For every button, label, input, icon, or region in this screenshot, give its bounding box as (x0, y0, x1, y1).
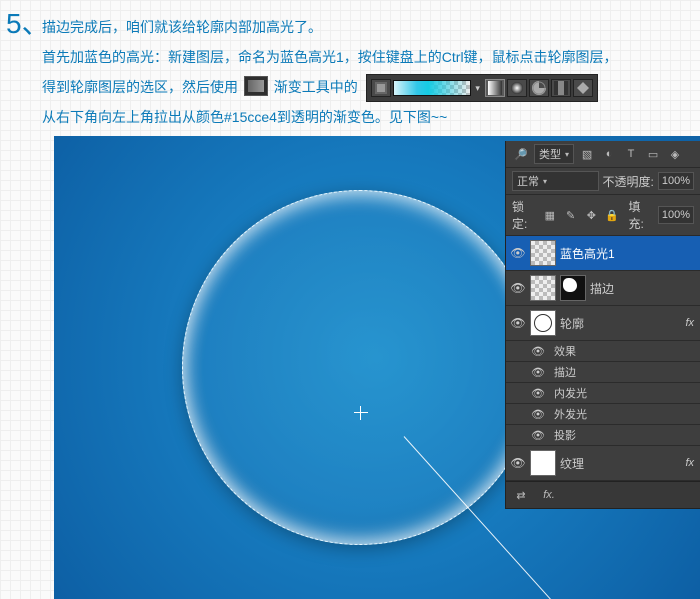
layer-stroke[interactable]: 👁 描边 (506, 271, 700, 306)
gradient-preview[interactable] (393, 80, 471, 96)
text-line-3b: 渐变工具中的 (274, 79, 358, 95)
effect-label: 描边 (554, 364, 576, 380)
gradient-linear-button[interactable] (485, 79, 505, 97)
blend-opacity-row: 正常 ▾ 不透明度: 100% (506, 168, 700, 195)
opacity-label: 不透明度: (603, 173, 654, 190)
gradient-swatch-button[interactable] (371, 79, 391, 97)
lock-transparent-icon[interactable]: ▦ (541, 207, 558, 223)
fill-input[interactable]: 100% (658, 206, 694, 224)
text-line-2: 首先加蓝色的高光：新建图层，命名为蓝色高光1，按住键盘上的Ctrl键，鼠标点击轮… (42, 42, 692, 72)
layer-blue-highlight[interactable]: 👁 蓝色高光1 (506, 236, 700, 271)
instructions: 描边完成后，咱们就该给轮廓内部加高光了。 首先加蓝色的高光：新建图层，命名为蓝色… (42, 12, 692, 132)
chevron-down-icon: ▾ (543, 177, 547, 186)
layer-filter-bar: 🔎 类型 ▾ ▧ ◐ T ▭ ◈ (506, 141, 700, 168)
blend-mode-value: 正常 (517, 173, 539, 189)
layer-thumbnail[interactable] (530, 450, 556, 476)
gradient-radial-button[interactable] (507, 79, 527, 97)
lock-all-icon[interactable]: 🔒 (604, 207, 621, 223)
layer-effects-group: 👁 效果 👁 描边 👁 内发光 👁 外发光 👁 投影 (506, 341, 700, 446)
step-number-value: 5 (6, 8, 22, 39)
effects-label: 效果 (554, 343, 576, 359)
gradient-reflected-button[interactable] (551, 79, 571, 97)
filter-search-icon[interactable]: 🔎 (512, 146, 530, 162)
layers-list: 👁 蓝色高光1 👁 描边 👁 轮廓 fx 👁 效果 (506, 236, 700, 481)
gradient-diamond-button[interactable] (573, 79, 593, 97)
filter-shape-icon[interactable]: ▭ (644, 146, 662, 162)
layers-panel: 🔎 类型 ▾ ▧ ◐ T ▭ ◈ 正常 ▾ 不透明度: 100% 锁定: ▦ (505, 141, 700, 509)
layer-fx-badge: fx (685, 317, 696, 329)
gradient-angle-button[interactable] (529, 79, 549, 97)
layer-name: 蓝色高光1 (560, 245, 696, 262)
layer-thumbnail[interactable] (530, 275, 556, 301)
effect-label: 投影 (554, 427, 576, 443)
text-line-3a: 得到轮廓图层的选区，然后使用 (42, 79, 238, 95)
opacity-input[interactable]: 100% (658, 172, 694, 190)
text-line-4: 从右下角向左上角拉出从颜色#15cce4到透明的渐变色。见下图~~ (42, 102, 692, 132)
panel-footer: ⇄ fx. (506, 481, 700, 508)
visibility-toggle[interactable]: 👁 (530, 429, 546, 442)
filter-type-label: 类型 (539, 146, 561, 162)
fill-label: 填充: (628, 198, 653, 232)
gradient-options-toolbar: ▾ (366, 74, 598, 102)
page: 5、 描边完成后，咱们就该给轮廓内部加高光了。 首先加蓝色的高光：新建图层，命名… (0, 0, 700, 599)
visibility-toggle[interactable]: 👁 (530, 387, 546, 400)
layer-fx-badge: fx (685, 457, 696, 469)
visibility-toggle[interactable]: 👁 (510, 316, 526, 330)
layer-mask-thumbnail[interactable] (560, 275, 586, 301)
visibility-toggle[interactable]: 👁 (510, 281, 526, 295)
filter-pixel-icon[interactable]: ▧ (578, 146, 596, 162)
layer-thumbnail[interactable] (530, 240, 556, 266)
effect-label: 内发光 (554, 385, 587, 401)
gradient-preset-dropdown-arrow[interactable]: ▾ (473, 80, 483, 96)
effect-outer-glow[interactable]: 👁 外发光 (506, 404, 700, 425)
visibility-toggle[interactable]: 👁 (530, 345, 546, 358)
lock-fill-row: 锁定: ▦ ✎ ✥ 🔒 填充: 100% (506, 195, 700, 236)
link-layers-icon[interactable]: ⇄ (512, 487, 530, 503)
filter-type-text-icon[interactable]: T (622, 146, 640, 162)
effect-stroke[interactable]: 👁 描边 (506, 362, 700, 383)
marching-ants-selection (182, 190, 537, 545)
chevron-down-icon: ▾ (565, 150, 569, 159)
lock-label: 锁定: (512, 198, 537, 232)
layer-name: 描边 (590, 280, 696, 297)
visibility-toggle[interactable]: 👁 (510, 246, 526, 260)
filter-adjust-icon[interactable]: ◐ (600, 146, 618, 162)
lock-move-icon[interactable]: ✥ (583, 207, 600, 223)
gradient-tool-icon (244, 76, 268, 96)
text-line-1: 描边完成后，咱们就该给轮廓内部加高光了。 (42, 12, 692, 42)
effect-inner-glow[interactable]: 👁 内发光 (506, 383, 700, 404)
gradient-start-cursor (354, 406, 368, 420)
layer-name: 纹理 (560, 455, 681, 472)
effect-drop-shadow[interactable]: 👁 投影 (506, 425, 700, 446)
layer-fx-icon[interactable]: fx. (540, 487, 558, 503)
layer-contour[interactable]: 👁 轮廓 fx (506, 306, 700, 341)
blend-mode-dropdown[interactable]: 正常 ▾ (512, 171, 599, 191)
effect-label: 外发光 (554, 406, 587, 422)
lock-paint-icon[interactable]: ✎ (562, 207, 579, 223)
filter-smart-icon[interactable]: ◈ (666, 146, 684, 162)
effects-header[interactable]: 👁 效果 (506, 341, 700, 362)
visibility-toggle[interactable]: 👁 (530, 408, 546, 421)
text-line-3: 得到轮廓图层的选区，然后使用 渐变工具中的 ▾ (42, 72, 692, 102)
opacity-value: 100% (662, 175, 690, 187)
visibility-toggle[interactable]: 👁 (510, 456, 526, 470)
visibility-toggle[interactable]: 👁 (530, 366, 546, 379)
layer-thumbnail[interactable] (530, 310, 556, 336)
layer-name: 轮廓 (560, 315, 681, 332)
layer-background[interactable]: 👁 纹理 fx (506, 446, 700, 481)
filter-type-dropdown[interactable]: 类型 ▾ (534, 144, 574, 164)
fill-value: 100% (662, 209, 690, 221)
